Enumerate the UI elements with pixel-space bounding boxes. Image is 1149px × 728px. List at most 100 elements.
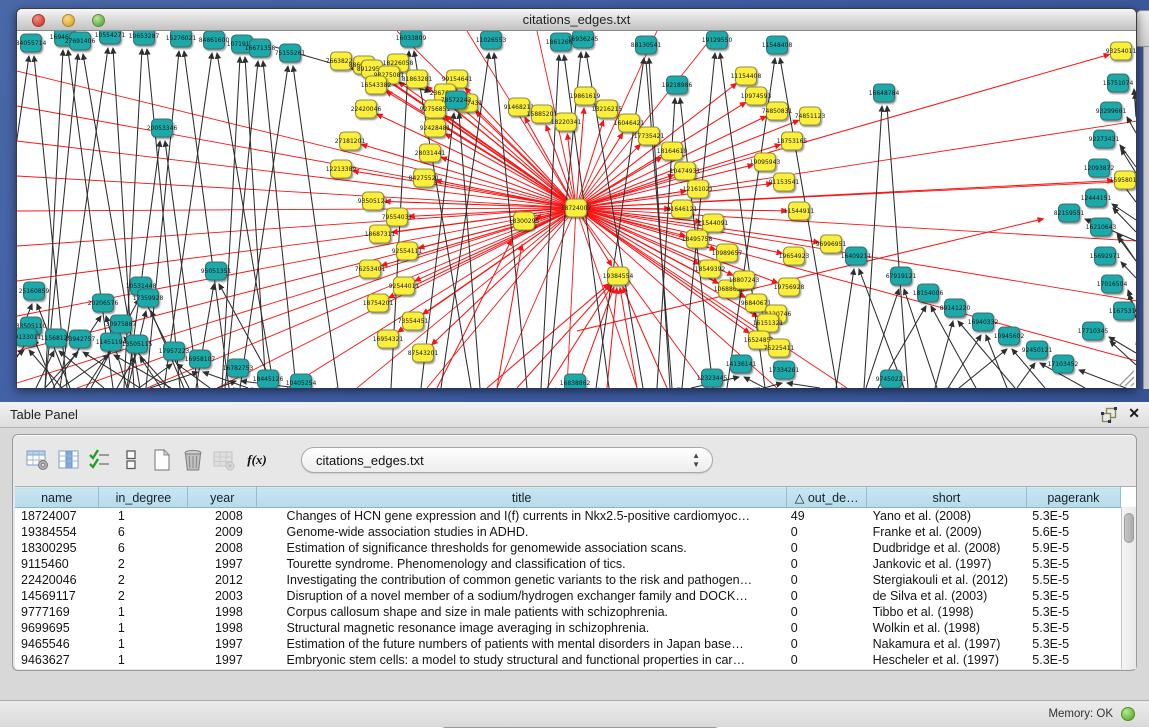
table-scrollbar-thumb[interactable]: [1124, 513, 1134, 543]
table-row[interactable]: 2242004622012Investigating the contribut…: [15, 572, 1121, 588]
table-cell[interactable]: Estimation of significance thresholds fo…: [257, 540, 787, 556]
table-cell[interactable]: 14569117: [15, 588, 99, 604]
table-cell[interactable]: 49: [787, 508, 867, 524]
table-cell[interactable]: Nakamura et al. (1997): [867, 636, 1027, 652]
table-cell[interactable]: 22420046: [15, 572, 99, 588]
table-cell[interactable]: 6: [99, 540, 188, 556]
table-cell[interactable]: Genome-wide association studies in ADHD.: [257, 524, 787, 540]
table-row[interactable]: 1938455462009Genome-wide association stu…: [15, 524, 1121, 540]
table-cell[interactable]: Investigating the contribution of common…: [257, 572, 787, 588]
graph-nodes[interactable]: 1872400776638221886012318912954118226058…: [17, 31, 1136, 388]
table-cell[interactable]: 1997: [188, 636, 257, 652]
table-cell[interactable]: 19384554: [15, 524, 99, 540]
table-row[interactable]: 1872400712008Changes of HCN gene express…: [15, 508, 1121, 524]
table-cell[interactable]: 5.3E-5: [1026, 588, 1120, 604]
table-cell[interactable]: Tibbo et al. (1998): [867, 604, 1027, 620]
table-cell[interactable]: 2008: [188, 540, 257, 556]
create-table-icon[interactable]: [149, 447, 175, 473]
table-cell[interactable]: 1: [99, 636, 188, 652]
table-cell[interactable]: 0: [787, 556, 867, 572]
table-cell[interactable]: 1: [99, 620, 188, 636]
table-cell[interactable]: 1997: [188, 556, 257, 572]
table-cell[interactable]: 1997: [188, 652, 257, 668]
table-cell[interactable]: 0: [787, 572, 867, 588]
table-cell[interactable]: Changes of HCN gene expression and I(f) …: [257, 508, 787, 524]
table-cell[interactable]: 18724007: [15, 508, 99, 524]
table-cell[interactable]: 2: [99, 572, 188, 588]
table-cell[interactable]: Jankovic et al. (1997): [867, 556, 1027, 572]
table-cell[interactable]: Yano et al. (2008): [867, 508, 1027, 524]
table-row[interactable]: 977716911998Corpus callosum shape and si…: [15, 604, 1121, 620]
table-settings-icon[interactable]: [25, 447, 51, 473]
table-cell[interactable]: 5.3E-5: [1026, 652, 1120, 668]
table-cell[interactable]: 5.3E-5: [1026, 620, 1120, 636]
table-cell[interactable]: 9465546: [15, 636, 99, 652]
table-cell[interactable]: 5.3E-5: [1026, 508, 1120, 524]
table-row[interactable]: 1456911722003Disruption of a novel membe…: [15, 588, 1121, 604]
table-cell[interactable]: Structural magnetic resonance image aver…: [257, 620, 787, 636]
table-row[interactable]: 1830029562008Estimation of significance …: [15, 540, 1121, 556]
table-cell[interactable]: Wolkin et al. (1998): [867, 620, 1027, 636]
table-cell[interactable]: 9115460: [15, 556, 99, 572]
window-resize-grip[interactable]: [1119, 371, 1134, 386]
table-cell[interactable]: 2008: [188, 508, 257, 524]
unselect-all-icon[interactable]: [118, 447, 144, 473]
table-cell[interactable]: Franke et al. (2009): [867, 524, 1027, 540]
table-cell[interactable]: 0: [787, 540, 867, 556]
table-cell[interactable]: 0: [787, 588, 867, 604]
table-cell[interactable]: Tourette syndrome. Phenomenology and cla…: [257, 556, 787, 572]
table-cell[interactable]: 5.3E-5: [1026, 636, 1120, 652]
table-cell[interactable]: 1: [99, 652, 188, 668]
table-row[interactable]: 969969511998Structural magnetic resonanc…: [15, 620, 1121, 636]
citation-network-graph[interactable]: 1872400776638221886012318912954118226058…: [17, 31, 1136, 388]
table-cell[interactable]: Dudbridge et al. (2008): [867, 540, 1027, 556]
table-cell[interactable]: 2: [99, 556, 188, 572]
table-cell[interactable]: 2009: [188, 524, 257, 540]
table-cell[interactable]: de Silva et al. (2003): [867, 588, 1027, 604]
table-row[interactable]: 946554611997Estimation of the future num…: [15, 636, 1121, 652]
table-cell[interactable]: Stergiakouli et al. (2012): [867, 572, 1027, 588]
table-cell[interactable]: 0: [787, 620, 867, 636]
table-cell[interactable]: 0: [787, 604, 867, 620]
memory-ok-indicator[interactable]: [1121, 707, 1135, 721]
table-cell[interactable]: Disruption of a novel member of a sodium…: [257, 588, 787, 604]
column-header-in_degree[interactable]: in_degree: [99, 488, 188, 508]
network-canvas[interactable]: 1872400776638221886012318912954118226058…: [17, 31, 1136, 388]
table-cell[interactable]: 2003: [188, 588, 257, 604]
table-row[interactable]: 911546021997Tourette syndrome. Phenomeno…: [15, 556, 1121, 572]
show-columns-icon[interactable]: [56, 447, 82, 473]
table-cell[interactable]: 1: [99, 604, 188, 620]
table-cell[interactable]: 5.5E-5: [1026, 572, 1120, 588]
table-cell[interactable]: 0: [787, 524, 867, 540]
table-cell[interactable]: Hescheler et al. (1997): [867, 652, 1027, 668]
select-all-icon[interactable]: [87, 447, 113, 473]
table-row[interactable]: 946362711997Embryonic stem cells: a mode…: [15, 652, 1121, 668]
table-cell[interactable]: 18300295: [15, 540, 99, 556]
table-cell[interactable]: 1: [99, 508, 188, 524]
table-selector-dropdown[interactable]: citations_edges.txt ▲▼: [301, 447, 713, 473]
column-header-short[interactable]: short: [867, 488, 1027, 508]
table-cell[interactable]: Embryonic stem cells: a model to study s…: [257, 652, 787, 668]
table-cell[interactable]: 9699695: [15, 620, 99, 636]
column-header-out_de[interactable]: △ out_de…: [787, 488, 867, 508]
column-header-title[interactable]: title: [257, 488, 787, 508]
float-panel-icon[interactable]: [1101, 407, 1117, 423]
column-header-year[interactable]: year: [188, 488, 257, 508]
table-cell[interactable]: 6: [99, 524, 188, 540]
table-cell[interactable]: 2012: [188, 572, 257, 588]
column-header-name[interactable]: name: [15, 488, 99, 508]
table-cell[interactable]: 0: [787, 636, 867, 652]
function-builder-icon[interactable]: f(x): [242, 447, 272, 473]
table-cell[interactable]: 1998: [188, 620, 257, 636]
table-cell[interactable]: Corpus callosum shape and size in male p…: [257, 604, 787, 620]
table-cell[interactable]: 9777169: [15, 604, 99, 620]
close-panel-icon[interactable]: ✕: [1128, 405, 1140, 422]
table-cell[interactable]: Estimation of the future numbers of pati…: [257, 636, 787, 652]
window-titlebar[interactable]: citations_edges.txt: [17, 9, 1136, 31]
table-cell[interactable]: 2: [99, 588, 188, 604]
column-header-pagerank[interactable]: pagerank: [1026, 488, 1120, 508]
table-scrollbar[interactable]: [1121, 507, 1136, 669]
table-cell[interactable]: 5.3E-5: [1026, 556, 1120, 572]
table-cell[interactable]: 5.6E-5: [1026, 524, 1120, 540]
table-cell[interactable]: 5.9E-5: [1026, 540, 1120, 556]
